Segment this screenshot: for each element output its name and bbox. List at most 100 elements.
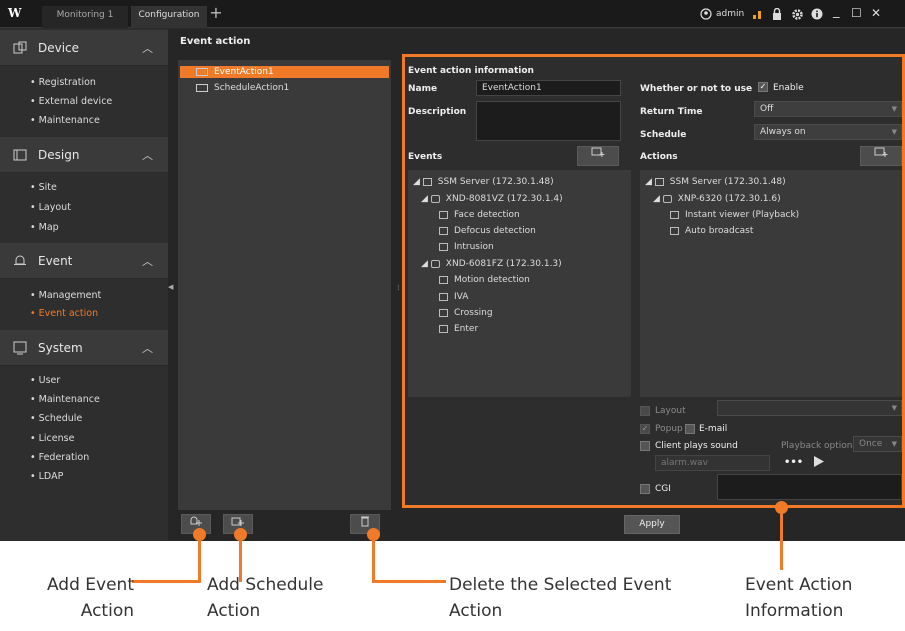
- sidebar-section-label: Event: [38, 254, 73, 268]
- signal-icon[interactable]: [752, 8, 764, 23]
- tree-node-event[interactable]: Enter: [439, 324, 478, 334]
- sidebar-item-user[interactable]: • User: [30, 375, 60, 386]
- splitter-handle[interactable]: ⁞: [397, 283, 401, 292]
- add-action-button[interactable]: [860, 146, 902, 166]
- sidebar-item-registration[interactable]: • Registration: [30, 77, 96, 88]
- callout-line: [198, 536, 201, 582]
- enable-label: Enable: [773, 83, 804, 93]
- layout-checkbox[interactable]: [640, 406, 650, 416]
- layout-select[interactable]: ▼: [717, 400, 902, 416]
- sidebar-item-external-device[interactable]: • External device: [30, 96, 112, 107]
- minimize-icon[interactable]: _: [833, 4, 840, 19]
- tree-node-server[interactable]: ◢ SSM Server (172.30.1.48): [413, 177, 554, 187]
- callout-delete: Delete the Selected Event Action: [449, 575, 672, 621]
- tree-node-device[interactable]: ◢ XND-8081VZ (172.30.1.4): [421, 194, 563, 204]
- sidebar-section-system[interactable]: System ︿: [0, 330, 168, 366]
- close-icon[interactable]: ✕: [871, 6, 881, 20]
- playback-options-select[interactable]: Once ▼: [853, 436, 902, 452]
- sidebar-item-federation[interactable]: • Federation: [30, 452, 89, 463]
- sidebar-section-design[interactable]: Design ︿: [0, 137, 168, 173]
- server-icon: [422, 177, 432, 186]
- sidebar-item-map[interactable]: • Map: [30, 222, 59, 233]
- tab-monitoring-1[interactable]: Monitoring 1: [42, 6, 128, 28]
- app-logo: W: [8, 6, 22, 20]
- sidebar-item-management[interactable]: • Management: [30, 290, 101, 301]
- sidebar-item-schedule[interactable]: • Schedule: [30, 413, 82, 424]
- sidebar-item-layout[interactable]: • Layout: [30, 202, 71, 213]
- tree-node-event[interactable]: Crossing: [439, 308, 493, 318]
- chevron-up-icon[interactable]: ︿: [142, 147, 153, 163]
- add-event-button[interactable]: [577, 146, 619, 166]
- gear-icon[interactable]: [791, 8, 804, 24]
- sound-file-input[interactable]: alarm.wav: [655, 455, 770, 471]
- callout-add-schedule: Add Schedule Action: [207, 575, 324, 621]
- add-schedule-icon: [231, 517, 244, 526]
- popup-checkbox[interactable]: ✓: [640, 424, 650, 434]
- tree-node-event[interactable]: Motion detection: [439, 275, 530, 285]
- add-icon: [874, 147, 888, 157]
- list-item-schedule-action[interactable]: ScheduleAction1: [180, 82, 389, 94]
- tree-node-event[interactable]: Face detection: [439, 210, 520, 220]
- callout-line: [372, 536, 375, 583]
- client-sound-label: Client plays sound: [655, 441, 738, 451]
- client-sound-checkbox[interactable]: [640, 441, 650, 451]
- trash-icon: [361, 516, 369, 527]
- tree-node-event[interactable]: Intrusion: [439, 242, 494, 252]
- name-input[interactable]: EventAction1: [476, 80, 621, 96]
- sidebar-item-maintenance[interactable]: • Maintenance: [30, 115, 100, 126]
- play-icon[interactable]: [813, 455, 825, 471]
- tree-node-server[interactable]: ◢ SSM Server (172.30.1.48): [645, 177, 786, 187]
- cgi-checkbox[interactable]: [640, 484, 650, 494]
- sidebar-section-device[interactable]: Device ︿: [0, 30, 168, 66]
- apply-button[interactable]: Apply: [624, 515, 680, 534]
- tree-node-device[interactable]: ◢ XNP-6320 (172.30.1.6): [653, 194, 781, 204]
- sidebar-section-label: Device: [38, 41, 80, 55]
- chevron-down-icon: ▼: [891, 440, 897, 448]
- sidebar-item-site[interactable]: • Site: [30, 182, 57, 193]
- info-heading: Event action information: [408, 66, 534, 76]
- tree-node-event[interactable]: IVA: [439, 292, 468, 302]
- tree-node-device[interactable]: ◢ XND-6081FZ (172.30.1.3): [421, 259, 562, 269]
- cgi-label: CGI: [655, 484, 671, 494]
- event-icon: [13, 254, 27, 268]
- lock-icon[interactable]: [771, 7, 783, 24]
- description-input[interactable]: [476, 101, 621, 141]
- sidebar-item-license[interactable]: • License: [30, 433, 74, 444]
- popup-label: Popup: [655, 424, 683, 434]
- enable-checkbox[interactable]: ✓: [758, 82, 768, 92]
- sidebar-section-event[interactable]: Event ︿: [0, 243, 168, 279]
- sidebar-item-maintenance-system[interactable]: • Maintenance: [30, 394, 100, 405]
- design-icon: [13, 148, 27, 162]
- chevron-up-icon[interactable]: ︿: [142, 340, 153, 356]
- sidebar-item-ldap[interactable]: • LDAP: [30, 471, 63, 482]
- schedule-select[interactable]: Always on ▼: [754, 124, 902, 140]
- callout-line: [132, 580, 201, 583]
- maximize-icon[interactable]: ☐: [851, 6, 862, 20]
- email-label: E-mail: [699, 424, 728, 434]
- list-item-event-action[interactable]: EventAction1: [180, 66, 389, 78]
- chevron-up-icon[interactable]: ︿: [142, 40, 153, 56]
- sidebar-item-event-action[interactable]: • Event action: [30, 308, 98, 319]
- add-tab-button[interactable]: +: [208, 4, 224, 22]
- tab-configuration[interactable]: Configuration: [131, 6, 207, 28]
- email-checkbox[interactable]: [685, 424, 695, 434]
- enter-icon: [439, 324, 448, 333]
- cgi-input[interactable]: [717, 474, 902, 500]
- tree-node-action[interactable]: Instant viewer (Playback): [670, 210, 799, 220]
- tree-node-action[interactable]: Auto broadcast: [670, 226, 753, 236]
- return-time-select[interactable]: Off ▼: [754, 101, 902, 117]
- user-name[interactable]: admin: [716, 9, 744, 19]
- layout-label: Layout: [655, 406, 686, 416]
- title-bar: W Monitoring 1 Configuration + admin _ ☐…: [0, 0, 905, 28]
- info-icon[interactable]: [811, 8, 823, 23]
- tree-node-event[interactable]: Defocus detection: [439, 226, 536, 236]
- crossing-icon: [439, 308, 448, 317]
- more-button[interactable]: •••: [784, 457, 803, 468]
- broadcast-icon: [670, 226, 679, 235]
- collapse-arrow-icon[interactable]: ◀: [168, 283, 173, 291]
- callout-add-event: Add Event Action: [46, 575, 134, 621]
- sidebar-section-label: Design: [38, 148, 80, 162]
- chevron-up-icon[interactable]: ︿: [142, 253, 153, 269]
- app-window: W Monitoring 1 Configuration + admin _ ☐…: [0, 0, 905, 541]
- iva-icon: [439, 292, 448, 301]
